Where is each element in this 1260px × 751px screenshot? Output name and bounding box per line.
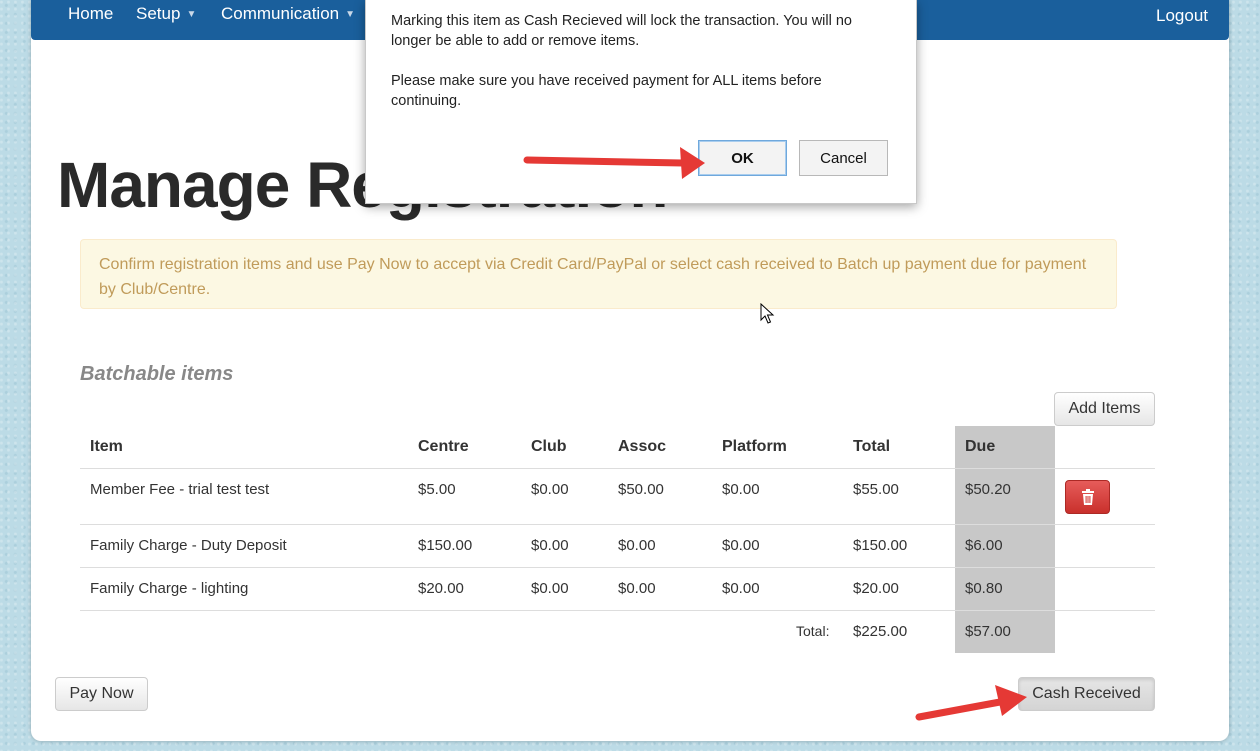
annotation-arrows — [523, 147, 1027, 721]
arrow-to-cash-received-icon — [915, 685, 1027, 721]
arrow-to-ok-icon — [523, 147, 705, 179]
mouse-cursor-icon — [760, 303, 775, 324]
